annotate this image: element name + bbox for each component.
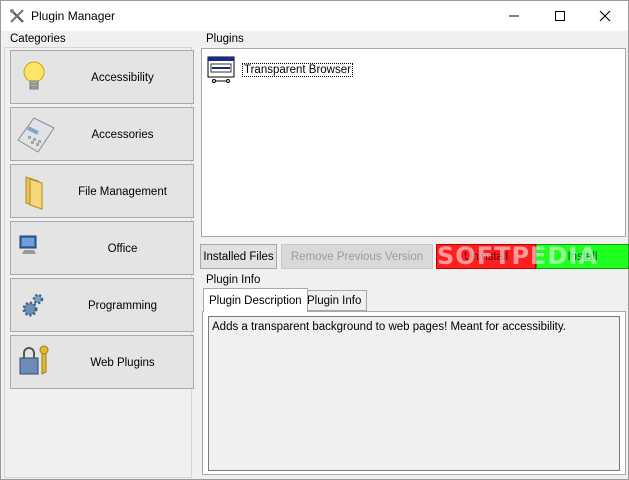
category-accessibility[interactable]: Accessibility xyxy=(10,50,194,104)
tab-plugin-info[interactable]: Plugin Info xyxy=(301,290,368,311)
category-label: Accessories xyxy=(91,129,154,141)
maximize-icon xyxy=(555,11,565,21)
category-label: File Management xyxy=(78,186,167,198)
remove-previous-version-button[interactable]: Remove Previous Version xyxy=(281,244,433,269)
gears-icon xyxy=(22,293,44,317)
lightbulb-icon xyxy=(23,61,45,90)
plugins-list[interactable]: Transparent Browser xyxy=(201,48,626,237)
install-button[interactable]: Install xyxy=(536,244,629,269)
plugin-manager-window: Plugin Manager Categories Plugins Access… xyxy=(0,0,629,480)
calculator-icon xyxy=(17,117,55,153)
category-label: Programming xyxy=(87,300,158,312)
installed-files-button[interactable]: Installed Files xyxy=(200,244,277,269)
browser-window-icon xyxy=(207,56,235,83)
minimize-button[interactable] xyxy=(491,1,537,31)
tools-icon xyxy=(10,9,24,23)
maximize-button[interactable] xyxy=(537,1,583,31)
tab-page: Adds a transparent background to web pag… xyxy=(202,311,626,475)
category-file-management[interactable]: File Management xyxy=(10,164,194,218)
category-label: Accessibility xyxy=(91,72,154,84)
categories-label: Categories xyxy=(10,33,66,45)
plugin-name: Transparent Browser xyxy=(242,63,353,77)
plugin-description-text[interactable]: Adds a transparent background to web pag… xyxy=(208,316,620,471)
uninstall-button[interactable]: Uninstall xyxy=(436,244,536,269)
folder-icon xyxy=(25,176,43,210)
close-button[interactable] xyxy=(582,1,628,31)
category-accessories[interactable]: Accessories xyxy=(10,107,194,161)
plugin-info-label: Plugin Info xyxy=(206,274,261,286)
computer-icon xyxy=(19,235,37,254)
category-web-plugins[interactable]: Web Plugins xyxy=(10,335,194,389)
category-label: Office xyxy=(107,243,138,255)
category-programming[interactable]: Programming xyxy=(10,278,194,332)
minimize-icon xyxy=(509,15,519,17)
close-icon xyxy=(599,10,611,22)
lock-key-icon xyxy=(19,345,49,375)
categories-panel: Accessibility Accessories File Managemen… xyxy=(4,47,194,478)
category-label: Web Plugins xyxy=(90,357,155,369)
tab-plugin-description[interactable]: Plugin Description xyxy=(203,288,308,312)
category-office[interactable]: Office xyxy=(10,221,194,275)
plugins-label: Plugins xyxy=(206,33,244,45)
title-bar[interactable]: Plugin Manager xyxy=(1,1,628,31)
window-title: Plugin Manager xyxy=(31,9,116,23)
